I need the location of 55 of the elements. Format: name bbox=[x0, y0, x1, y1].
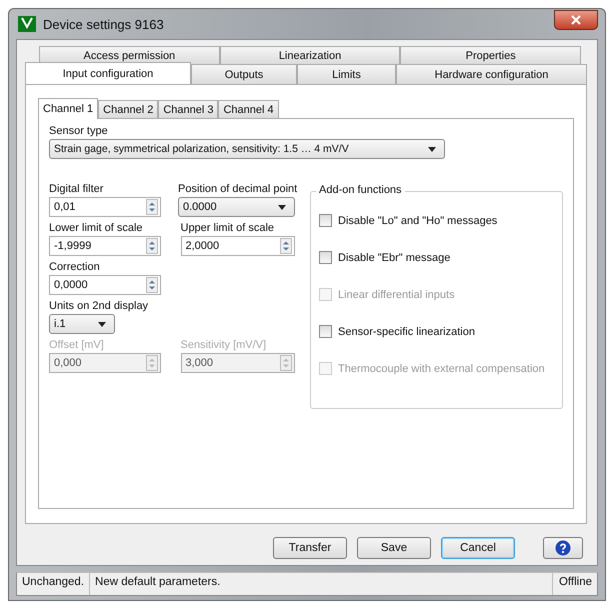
help-icon bbox=[555, 540, 571, 556]
status-text: New default parameters. bbox=[90, 573, 553, 595]
spinner-arrows-icon bbox=[280, 238, 292, 254]
dialog-button[interactable]: Save bbox=[357, 537, 431, 559]
tab[interactable]: Outputs bbox=[191, 64, 297, 84]
spinner-arrows-icon bbox=[146, 238, 158, 254]
tab[interactable]: Hardware configuration bbox=[396, 64, 587, 84]
channel-tab[interactable]: Channel 1 bbox=[38, 98, 98, 119]
tab[interactable]: Properties bbox=[400, 46, 582, 64]
sensor-type-dropdown[interactable]: Strain gage, symmetrical polarization, sensitivity: 1.5 … 4 mV/V bbox=[49, 139, 445, 159]
field-label: Sensitivity [mV/V] bbox=[180, 339, 268, 351]
number-field[interactable]: 0,0000 bbox=[49, 275, 161, 295]
field-label: Upper limit of scale bbox=[180, 222, 276, 234]
app-logo-icon bbox=[18, 16, 36, 32]
checkbox-option[interactable]: Disable "Lo" and "Ho" messages bbox=[319, 212, 554, 229]
field-label: Correction bbox=[49, 261, 101, 273]
channel-tab[interactable]: Channel 2 bbox=[98, 100, 158, 118]
field-label: Digital filter bbox=[49, 183, 104, 195]
close-icon bbox=[571, 15, 581, 25]
spinner-arrows-icon bbox=[280, 355, 292, 371]
channel-tab[interactable]: Channel 4 bbox=[218, 100, 279, 118]
dialog-button[interactable]: Cancel bbox=[441, 537, 515, 559]
status-text: Offline bbox=[558, 575, 593, 590]
channel-tab[interactable]: Channel 3 bbox=[158, 100, 218, 118]
group-title: Add-on functions bbox=[316, 184, 405, 196]
caret-icon bbox=[98, 322, 106, 326]
spinner-arrows-icon bbox=[146, 355, 158, 371]
help-button[interactable] bbox=[543, 537, 583, 559]
tab[interactable]: Limits bbox=[297, 64, 396, 84]
field-label: Sensor type bbox=[49, 125, 108, 137]
spinner-arrows-icon bbox=[146, 199, 158, 215]
number-field[interactable]: -1,9999 bbox=[49, 236, 161, 256]
field-label: Lower limit of scale bbox=[49, 222, 144, 234]
checkbox[interactable] bbox=[319, 251, 332, 264]
number-field[interactable]: 0,01 bbox=[49, 197, 161, 217]
tab[interactable]: Access permission bbox=[39, 46, 220, 64]
field-label: Units on 2nd display bbox=[49, 300, 150, 312]
checkbox-option[interactable]: Sensor-specific linearization bbox=[319, 323, 554, 340]
window-title: Device settings 9163 bbox=[43, 16, 164, 32]
dialog-button[interactable]: Transfer bbox=[273, 537, 347, 559]
status-text: Unchanged. bbox=[17, 573, 90, 595]
caret-icon bbox=[428, 146, 436, 152]
dropdown[interactable]: i.1 bbox=[49, 314, 115, 334]
checkbox-option[interactable]: Disable "Ebr" message bbox=[319, 249, 554, 266]
checkbox[interactable] bbox=[319, 214, 332, 227]
close-button[interactable] bbox=[554, 10, 598, 30]
field-label: Offset [mV] bbox=[49, 339, 105, 351]
number-field[interactable]: 2,0000 bbox=[180, 236, 295, 256]
tab[interactable]: Input configuration bbox=[25, 62, 191, 84]
field-label: Position of decimal point bbox=[178, 183, 295, 195]
caret-icon bbox=[278, 204, 286, 210]
tab[interactable]: Linearization bbox=[220, 46, 400, 64]
spinner-arrows-icon bbox=[146, 277, 158, 293]
dropdown[interactable]: 0.0000 bbox=[178, 197, 295, 217]
checkbox[interactable] bbox=[319, 325, 332, 338]
